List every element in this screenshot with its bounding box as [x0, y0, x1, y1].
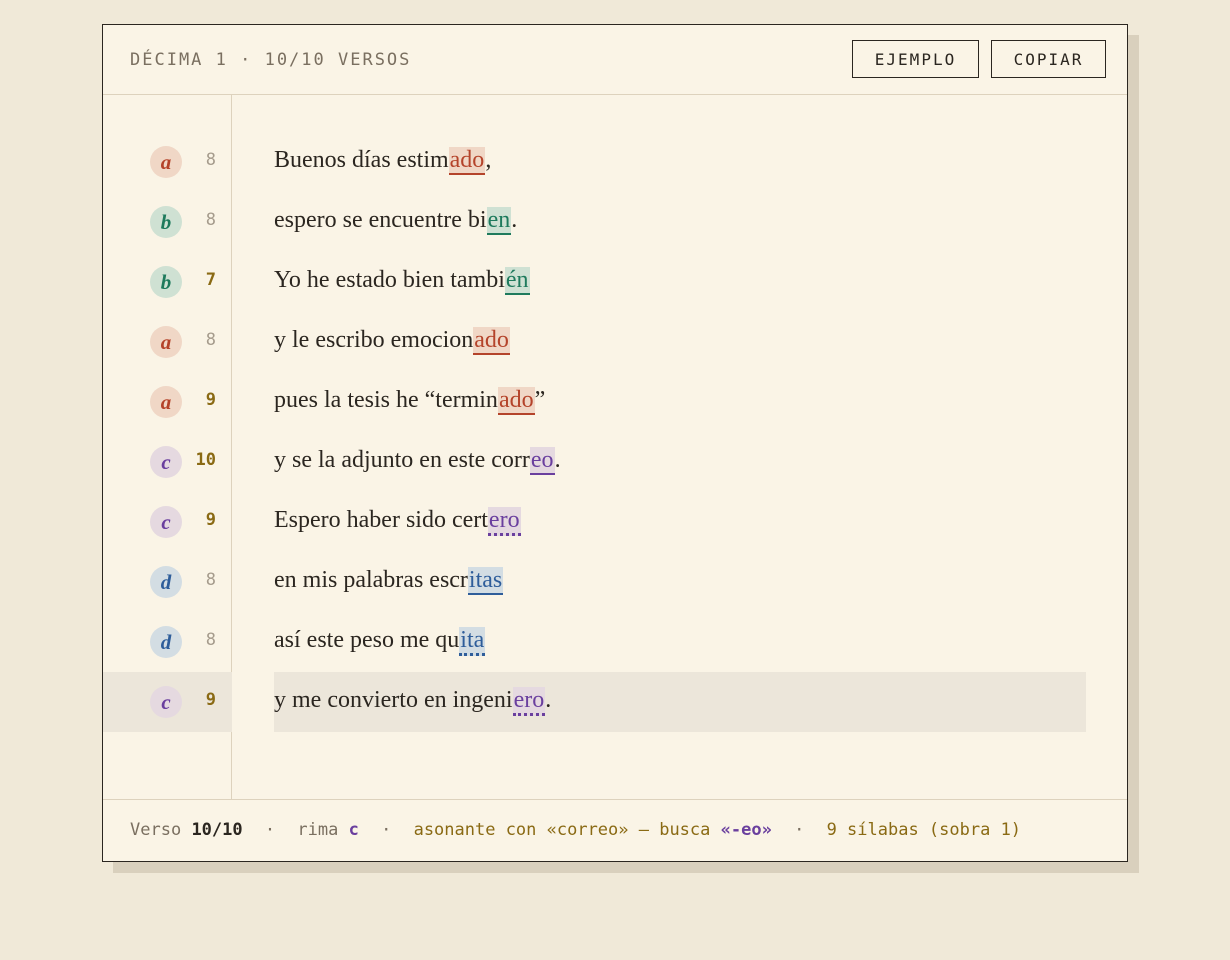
verse-text: y me convierto en ingeni — [274, 687, 513, 713]
syllable-count: 10 — [195, 450, 216, 470]
verso-value: 10/10 — [191, 820, 243, 840]
verse-text: espero se encuentre bi — [274, 207, 487, 233]
syllable-count: 9 — [205, 390, 216, 410]
verse-line[interactable]: espero se encuentre bien. — [274, 192, 1086, 252]
header-title: DÉCIMA 1 · 10/10 VERSOS — [130, 50, 412, 70]
copiar-button[interactable]: COPIAR — [991, 40, 1106, 78]
gutter-row: a8 — [103, 132, 232, 192]
gutter-row: d8 — [103, 612, 232, 672]
rhyme-highlight: eo — [529, 447, 555, 475]
busca-value: «-eo» — [720, 820, 772, 840]
gutter-row: b8 — [103, 192, 232, 252]
rhyme-highlight: ero — [512, 687, 546, 716]
verse-text: Buenos días estim — [274, 147, 449, 173]
rhyme-highlight: én — [504, 267, 530, 295]
verse-line[interactable]: Buenos días estimado, — [274, 132, 1086, 192]
syllable-count: 8 — [205, 330, 216, 350]
status-bar: Verso 10/10 · rima c · asonante con «cor… — [103, 799, 1127, 861]
rhyme-highlight: ado — [473, 327, 510, 355]
silabas-status: 9 sílabas (sobra 1) — [826, 820, 1022, 840]
rhyme-highlight: en — [486, 207, 512, 235]
verse-line[interactable]: y le escribo emocionado — [274, 312, 1086, 372]
syllable-count: 9 — [205, 510, 216, 530]
syllable-count: 9 — [205, 690, 216, 710]
verse-punctuation: . — [554, 447, 561, 473]
separator: · — [381, 820, 392, 840]
verse-text: Yo he estado bien tambi — [274, 267, 505, 293]
verse-text: y le escribo emocion — [274, 327, 474, 353]
gutter-row: c9 — [103, 492, 232, 552]
rhyme-highlight: ita — [459, 627, 486, 656]
verse-line[interactable]: y me convierto en ingeniero. — [274, 672, 1086, 732]
rima-value: c — [348, 820, 359, 840]
verso-label: Verso — [130, 820, 182, 840]
separator: · — [794, 820, 805, 840]
rhyme-highlight: ado — [497, 387, 535, 415]
header: DÉCIMA 1 · 10/10 VERSOS EJEMPLO COPIAR — [103, 25, 1127, 95]
asonante-hint: asonante con «correo» — busca — [413, 820, 711, 840]
syllable-count: 7 — [205, 270, 216, 290]
verse-text: así este peso me qu — [274, 627, 460, 653]
ejemplo-button[interactable]: EJEMPLO — [852, 40, 979, 78]
verse-line[interactable]: pues la tesis he “terminado” — [274, 372, 1086, 432]
rhyme-highlight: ado — [448, 147, 486, 175]
verse-line[interactable]: y se la adjunto en este correo. — [274, 432, 1086, 492]
rhyme-highlight: itas — [467, 567, 504, 595]
verse-punctuation: , — [485, 147, 492, 173]
syllable-count: 8 — [205, 150, 216, 170]
gutter-row: a9 — [103, 372, 232, 432]
gutter-row: a8 — [103, 312, 232, 372]
rima-label: rima — [297, 820, 339, 840]
gutter-row: c9 — [103, 672, 232, 732]
verse-text: y se la adjunto en este corr — [274, 447, 530, 473]
separator: · — [264, 820, 276, 840]
rhyme-highlight: ero — [487, 507, 521, 536]
syllable-count: 8 — [205, 570, 216, 590]
verse-text: Espero haber sido cert — [274, 507, 488, 533]
syllable-count: 8 — [205, 210, 216, 230]
decima-editor: DÉCIMA 1 · 10/10 VERSOS EJEMPLO COPIAR a… — [102, 24, 1128, 862]
verse-punctuation: . — [545, 687, 552, 713]
verse-line[interactable]: Yo he estado bien también — [274, 252, 1086, 312]
verse-line[interactable]: Espero haber sido certero — [274, 492, 1086, 552]
verse-text: pues la tesis he “termin — [274, 387, 498, 413]
verse-gutter: a 8 b 8 b 7 a 8 a 9 c 10 c 9 d 8 d 8 c 9 — [103, 95, 232, 799]
gutter-row: c 10 — [103, 432, 232, 492]
verse-line[interactable]: así este peso me quita — [274, 612, 1086, 672]
gutter-row: d8 — [103, 552, 232, 612]
verse-punctuation: ” — [534, 387, 546, 413]
syllable-count: 8 — [205, 630, 216, 650]
gutter-row: b7 — [103, 252, 232, 312]
verse-line[interactable]: en mis palabras escritas — [274, 552, 1086, 612]
verse-text: en mis palabras escr — [274, 567, 468, 593]
verse-punctuation: . — [511, 207, 518, 233]
